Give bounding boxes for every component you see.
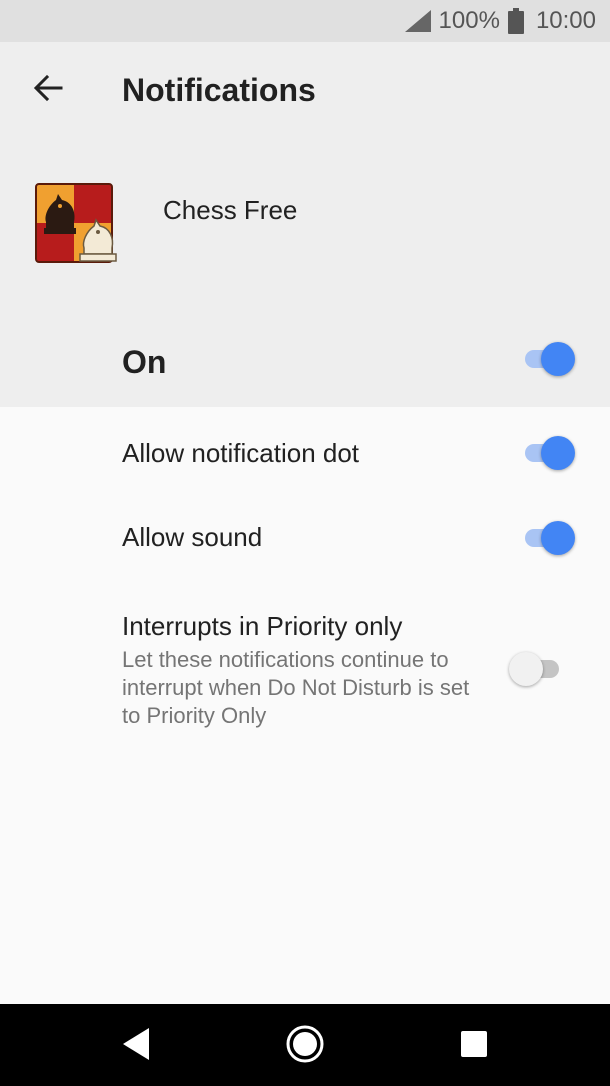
back-arrow-icon: [33, 73, 63, 108]
sound-switch[interactable]: [519, 517, 577, 557]
priority-only-switch[interactable]: [505, 648, 563, 688]
page-title: Notifications: [122, 72, 316, 108]
back-triangle-icon: [121, 1027, 151, 1066]
battery-percent: 100%: [438, 7, 500, 34]
master-toggle-switch[interactable]: [519, 338, 577, 378]
switch-thumb: [509, 652, 543, 686]
setting-label: Interrupts in Priority only: [122, 611, 403, 641]
master-toggle-label: On: [122, 344, 167, 380]
recents-square-icon: [461, 1030, 487, 1062]
status-bar: 100% 10:00: [0, 0, 610, 42]
app-name: Chess Free: [163, 195, 298, 225]
nav-back-button[interactable]: [111, 1021, 161, 1071]
switch-thumb: [541, 436, 575, 470]
switch-thumb: [541, 342, 575, 376]
setting-label: Allow sound: [122, 522, 263, 552]
setting-label: Allow notification dot: [122, 438, 360, 468]
navigation-bar: [0, 1004, 610, 1086]
setting-summary: Let these notifications continue to inte…: [122, 647, 470, 728]
switch-thumb: [541, 521, 575, 555]
home-circle-icon: [285, 1024, 325, 1069]
signal-icon: [404, 10, 431, 32]
app-header: Notifications Chess Free On: [0, 42, 610, 407]
notification-dot-switch[interactable]: [519, 432, 577, 472]
nav-recents-button[interactable]: [449, 1021, 499, 1071]
back-button[interactable]: [22, 66, 74, 114]
nav-home-button[interactable]: [280, 1021, 330, 1071]
status-icons: 100% 10:00: [404, 0, 596, 42]
chess-app-icon: [34, 182, 118, 268]
battery-icon: [507, 8, 524, 34]
clock: 10:00: [535, 7, 596, 34]
